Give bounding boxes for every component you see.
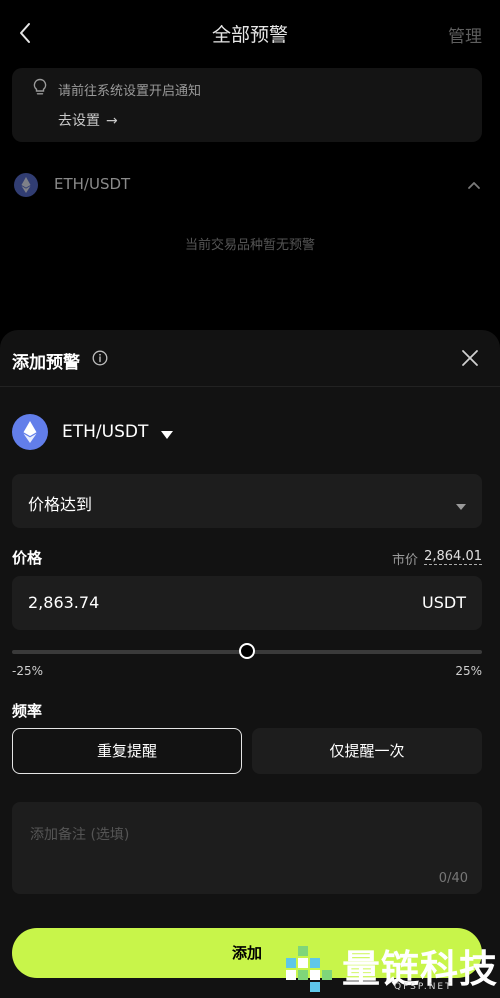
slider-min-label: -25% xyxy=(12,664,44,678)
note-placeholder: 添加备注 (选填) xyxy=(30,827,130,843)
slider-max-label: 25% xyxy=(455,664,482,678)
slider-thumb[interactable] xyxy=(239,643,255,659)
chevron-up-icon[interactable] xyxy=(466,177,482,191)
frequency-label: 频率 xyxy=(12,702,43,720)
caret-down-icon xyxy=(456,496,466,510)
price-input-value: 2,863.74 xyxy=(28,593,100,612)
watermark-logo-icon xyxy=(282,938,338,994)
arrow-right-icon: → xyxy=(106,113,118,129)
price-input[interactable]: 2,863.74 USDT xyxy=(12,576,482,630)
info-icon[interactable] xyxy=(92,350,108,366)
manage-button[interactable]: 管理 xyxy=(448,22,482,47)
caret-down-icon xyxy=(160,426,174,439)
go-to-settings-link[interactable]: 去设置 → xyxy=(58,110,118,130)
lightbulb-icon xyxy=(32,78,48,96)
condition-select[interactable]: 价格达到 xyxy=(12,474,482,528)
price-label: 价格 xyxy=(12,549,43,567)
watermark-subtext: QFSP.NET xyxy=(394,982,453,992)
selected-pair: ETH/USDT xyxy=(62,422,149,442)
market-price-label: 市价 xyxy=(391,553,418,568)
price-offset-slider[interactable] xyxy=(12,642,482,662)
notice-text: 请前往系统设置开启通知 xyxy=(58,84,202,99)
sheet-title: 添加预警 xyxy=(12,353,80,373)
market-price-value[interactable]: 2,864.01 xyxy=(424,549,482,565)
add-alert-sheet: 添加预警 ETH/USDT 价格达到 价格 市价 2,864.01 2,863.… xyxy=(0,330,500,998)
go-to-settings-label: 去设置 xyxy=(58,113,100,129)
close-icon[interactable] xyxy=(460,348,480,368)
sheet-divider xyxy=(0,386,500,387)
watermark: 量链科技 QFSP.NET xyxy=(276,934,500,998)
eth-coin-icon xyxy=(12,414,48,450)
condition-value: 价格达到 xyxy=(28,495,93,514)
price-unit: USDT xyxy=(422,593,466,612)
header: 全部预警 管理 xyxy=(0,0,500,66)
frequency-repeat-button[interactable]: 重复提醒 xyxy=(12,728,242,774)
empty-alerts-text: 当前交易品种暂无预警 xyxy=(184,238,315,253)
note-char-count: 0/40 xyxy=(438,871,468,886)
pair-list-row[interactable]: ETH/USDT xyxy=(0,168,500,202)
frequency-once-button[interactable]: 仅提醒一次 xyxy=(252,728,482,774)
pair-list-name: ETH/USDT xyxy=(54,175,131,193)
pair-selector[interactable]: ETH/USDT xyxy=(12,414,212,450)
eth-coin-icon xyxy=(14,173,38,197)
note-input[interactable]: 添加备注 (选填) 0/40 xyxy=(12,802,482,894)
notification-notice: 请前往系统设置开启通知 去设置 → xyxy=(12,68,482,142)
page-title: 全部预警 xyxy=(211,24,288,46)
